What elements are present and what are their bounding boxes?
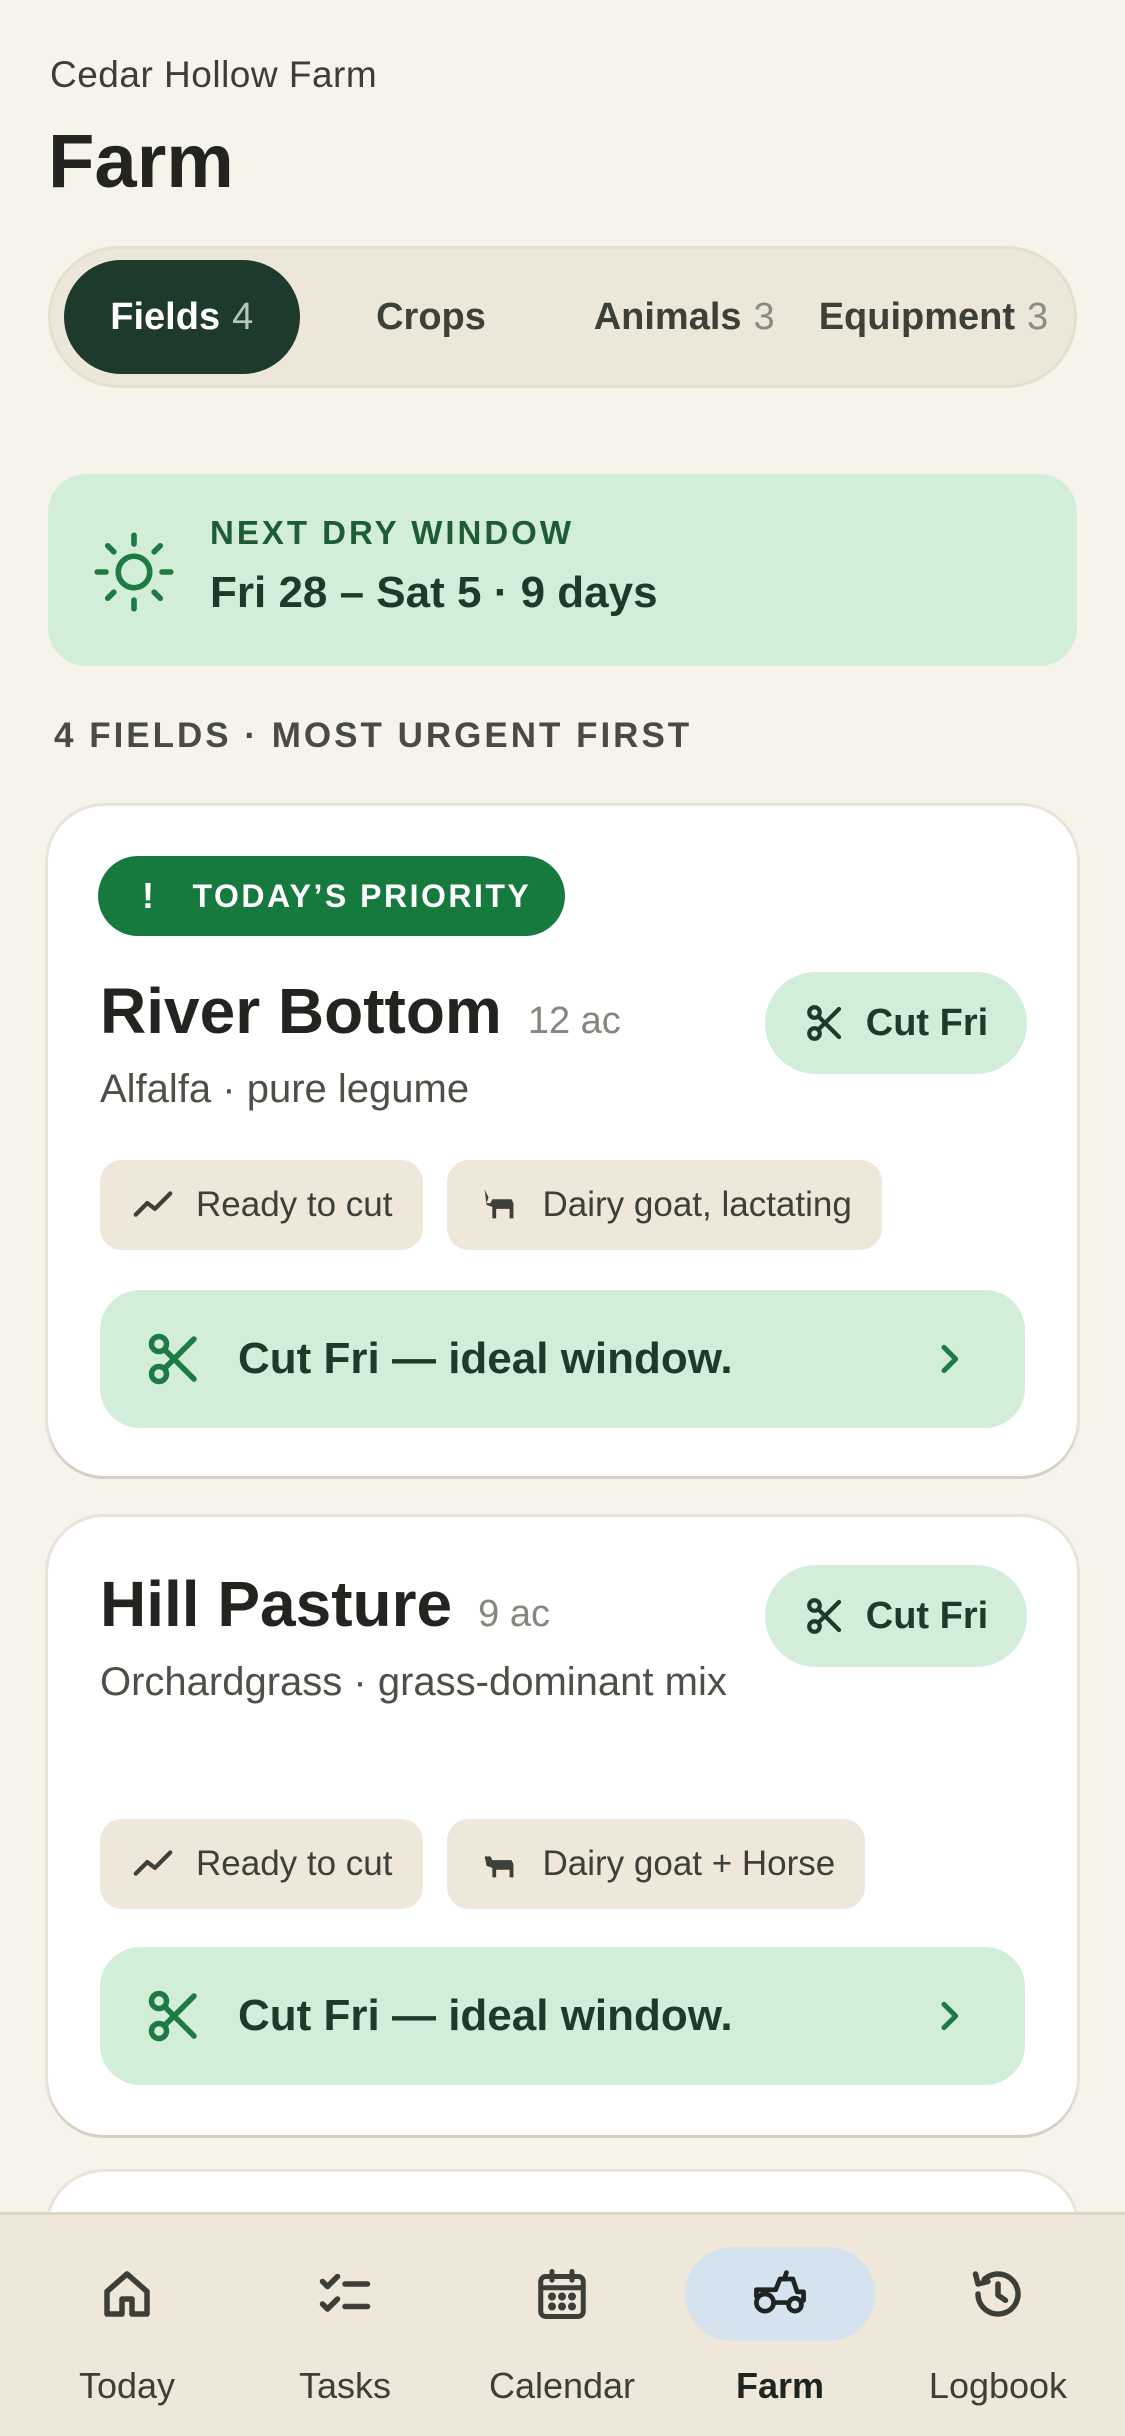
history-icon	[972, 2271, 1021, 2317]
field-action-row[interactable]: Cut Fri — ideal window.	[100, 1947, 1025, 2085]
scissors-icon	[806, 1005, 841, 1041]
scissors-icon	[806, 1598, 841, 1634]
field-chips: Ready to cut Dairy goat + Horse	[100, 1819, 866, 1909]
field-card[interactable]: Hill Pasture 9 ac Orchardgrass · grass-d…	[48, 1517, 1077, 2135]
trend-icon	[133, 1191, 173, 1217]
segment-label: Animals	[593, 295, 742, 338]
segment-equipment[interactable]: Equipment 3	[806, 260, 1061, 374]
field-acres: 9 ac	[478, 1593, 550, 1635]
trend-icon	[133, 1850, 173, 1876]
tab-icon-container	[467, 2247, 657, 2341]
field-crop: Alfalfa · pure legume	[100, 1067, 470, 1111]
field-action-label: Cut Fri — ideal window.	[238, 1991, 733, 2040]
field-name: Hill Pasture	[100, 1568, 453, 1640]
field-crop: Orchardgrass · grass-dominant mix	[100, 1660, 727, 1704]
livestock-chip-label: Dairy goat + Horse	[542, 1844, 836, 1883]
page-title: Farm	[48, 119, 234, 204]
chevron-right-icon	[941, 1344, 959, 1374]
tab-tasks[interactable]: Tasks	[245, 2215, 445, 2436]
segment-label: Crops	[376, 295, 486, 338]
status-chip-label: Ready to cut	[196, 1185, 393, 1224]
priority-badge-label: TODAY’S PRIORITY	[192, 877, 532, 914]
dry-window-label: NEXT DRY WINDOW	[210, 514, 574, 551]
tab-label: Tasks	[298, 2365, 392, 2406]
farm-name: Cedar Hollow Farm	[50, 54, 378, 95]
segment-count: 4	[232, 295, 254, 338]
alert-icon: !	[142, 875, 157, 916]
tab-logbook[interactable]: Logbook	[898, 2215, 1098, 2436]
chevron-right-icon	[941, 2001, 959, 2031]
section-label: 4 FIELDS · MOST URGENT FIRST	[54, 716, 693, 755]
scissors-icon	[148, 1990, 197, 2042]
segment-count: 3	[1027, 295, 1049, 338]
tab-calendar[interactable]: Calendar	[462, 2215, 662, 2436]
tab-icon-container	[250, 2247, 440, 2341]
tab-label: Today	[78, 2365, 176, 2406]
tab-icon-container	[685, 2247, 875, 2341]
status-chip: Ready to cut	[100, 1819, 423, 1909]
segment-count: 3	[753, 295, 775, 338]
dry-window-value: Fri 28 – Sat 5 · 9 days	[210, 568, 658, 617]
tab-label: Farm	[735, 2365, 825, 2406]
segment-animals[interactable]: Animals 3	[563, 260, 806, 374]
cut-date-pill[interactable]: Cut Fri	[765, 972, 1027, 1074]
tab-today[interactable]: Today	[27, 2215, 227, 2436]
tab-farm[interactable]: Farm	[680, 2215, 880, 2436]
field-acres: 12 ac	[527, 1000, 621, 1042]
livestock-chip-label: Dairy goat, lactating	[542, 1185, 852, 1224]
goat-icon	[484, 1189, 513, 1219]
segment-crops[interactable]: Crops	[300, 260, 563, 374]
calendar-icon	[538, 2269, 586, 2319]
cut-date-pill[interactable]: Cut Fri	[765, 1565, 1027, 1667]
field-heading: River Bottom 12 ac	[100, 974, 621, 1048]
segment-fields[interactable]: Fields 4	[64, 260, 300, 374]
status-chip-label: Ready to cut	[196, 1844, 393, 1883]
status-chip: Ready to cut	[100, 1160, 423, 1250]
field-action-row[interactable]: Cut Fri — ideal window.	[100, 1290, 1025, 1428]
home-icon	[104, 2271, 150, 2317]
segment-label: Fields	[110, 295, 221, 338]
field-name: River Bottom	[100, 975, 502, 1047]
field-chips: Ready to cut Dairy goat, lactating	[100, 1160, 882, 1250]
tractor-icon	[754, 2270, 806, 2314]
scissors-icon	[148, 1333, 197, 1385]
farm-screen: Cedar Hollow Farm Farm Fields 4 Crops Ani…	[0, 0, 1125, 2436]
segment-label: Equipment	[818, 295, 1016, 338]
field-heading: Hill Pasture 9 ac	[100, 1567, 550, 1641]
tab-icon-container	[903, 2247, 1093, 2341]
priority-badge: ! TODAY’S PRIORITY	[98, 856, 566, 936]
tab-label: Logbook	[928, 2365, 1068, 2406]
tab-label: Calendar	[488, 2365, 636, 2406]
sun-icon	[94, 532, 174, 612]
bottom-tab-bar: Today Tasks Calendar Farm Logbook	[0, 2212, 1125, 2436]
segmented-control: Fields 4 Crops Animals 3 Equipment 3	[48, 246, 1077, 388]
dry-window-card[interactable]: NEXT DRY WINDOW Fri 28 – Sat 5 · 9 days	[48, 474, 1077, 666]
tab-icon-container	[32, 2247, 222, 2341]
cut-date-label: Cut Fri	[865, 1594, 989, 1637]
livestock-chip: Dairy goat + Horse	[446, 1819, 866, 1909]
goat-icon	[484, 1856, 513, 1878]
field-action-label: Cut Fri — ideal window.	[238, 1334, 733, 1383]
cut-date-label: Cut Fri	[865, 1001, 989, 1044]
livestock-chip: Dairy goat, lactating	[446, 1160, 882, 1250]
field-card[interactable]: ! TODAY’S PRIORITY River Bottom 12 ac Al…	[48, 806, 1077, 1476]
checklist-icon	[319, 2273, 371, 2312]
